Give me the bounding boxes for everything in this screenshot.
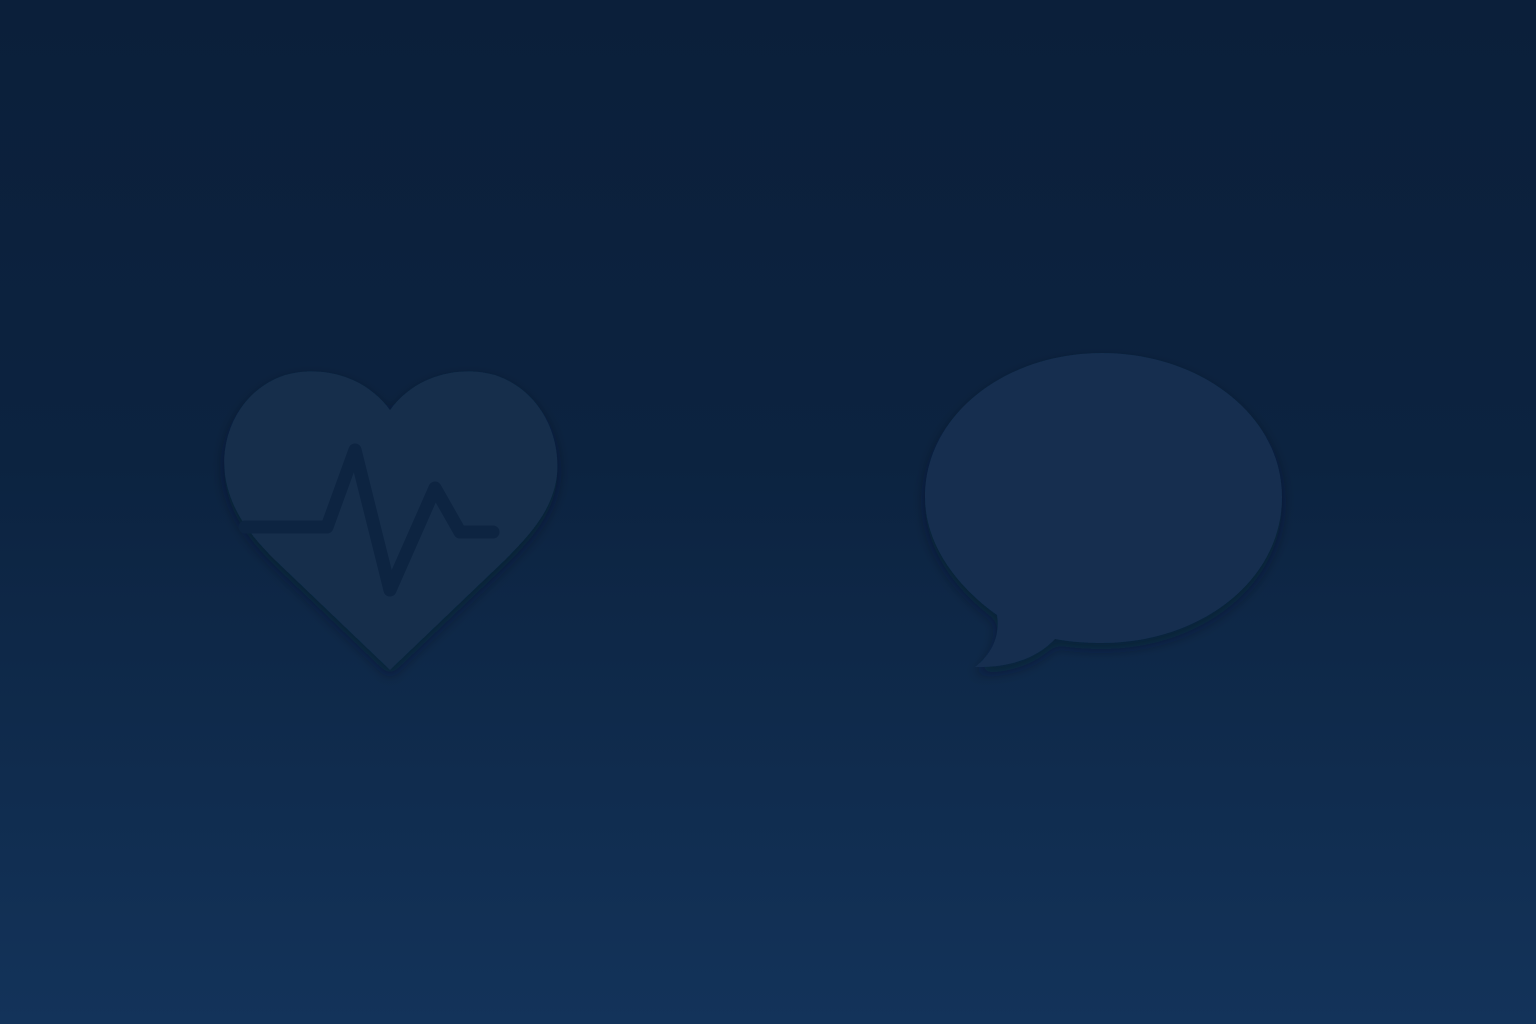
speech-bubble-icon (915, 345, 1295, 680)
heart-pulse-icon (215, 360, 565, 680)
bubble-shape (925, 353, 1282, 668)
background-canvas (0, 0, 1536, 1024)
